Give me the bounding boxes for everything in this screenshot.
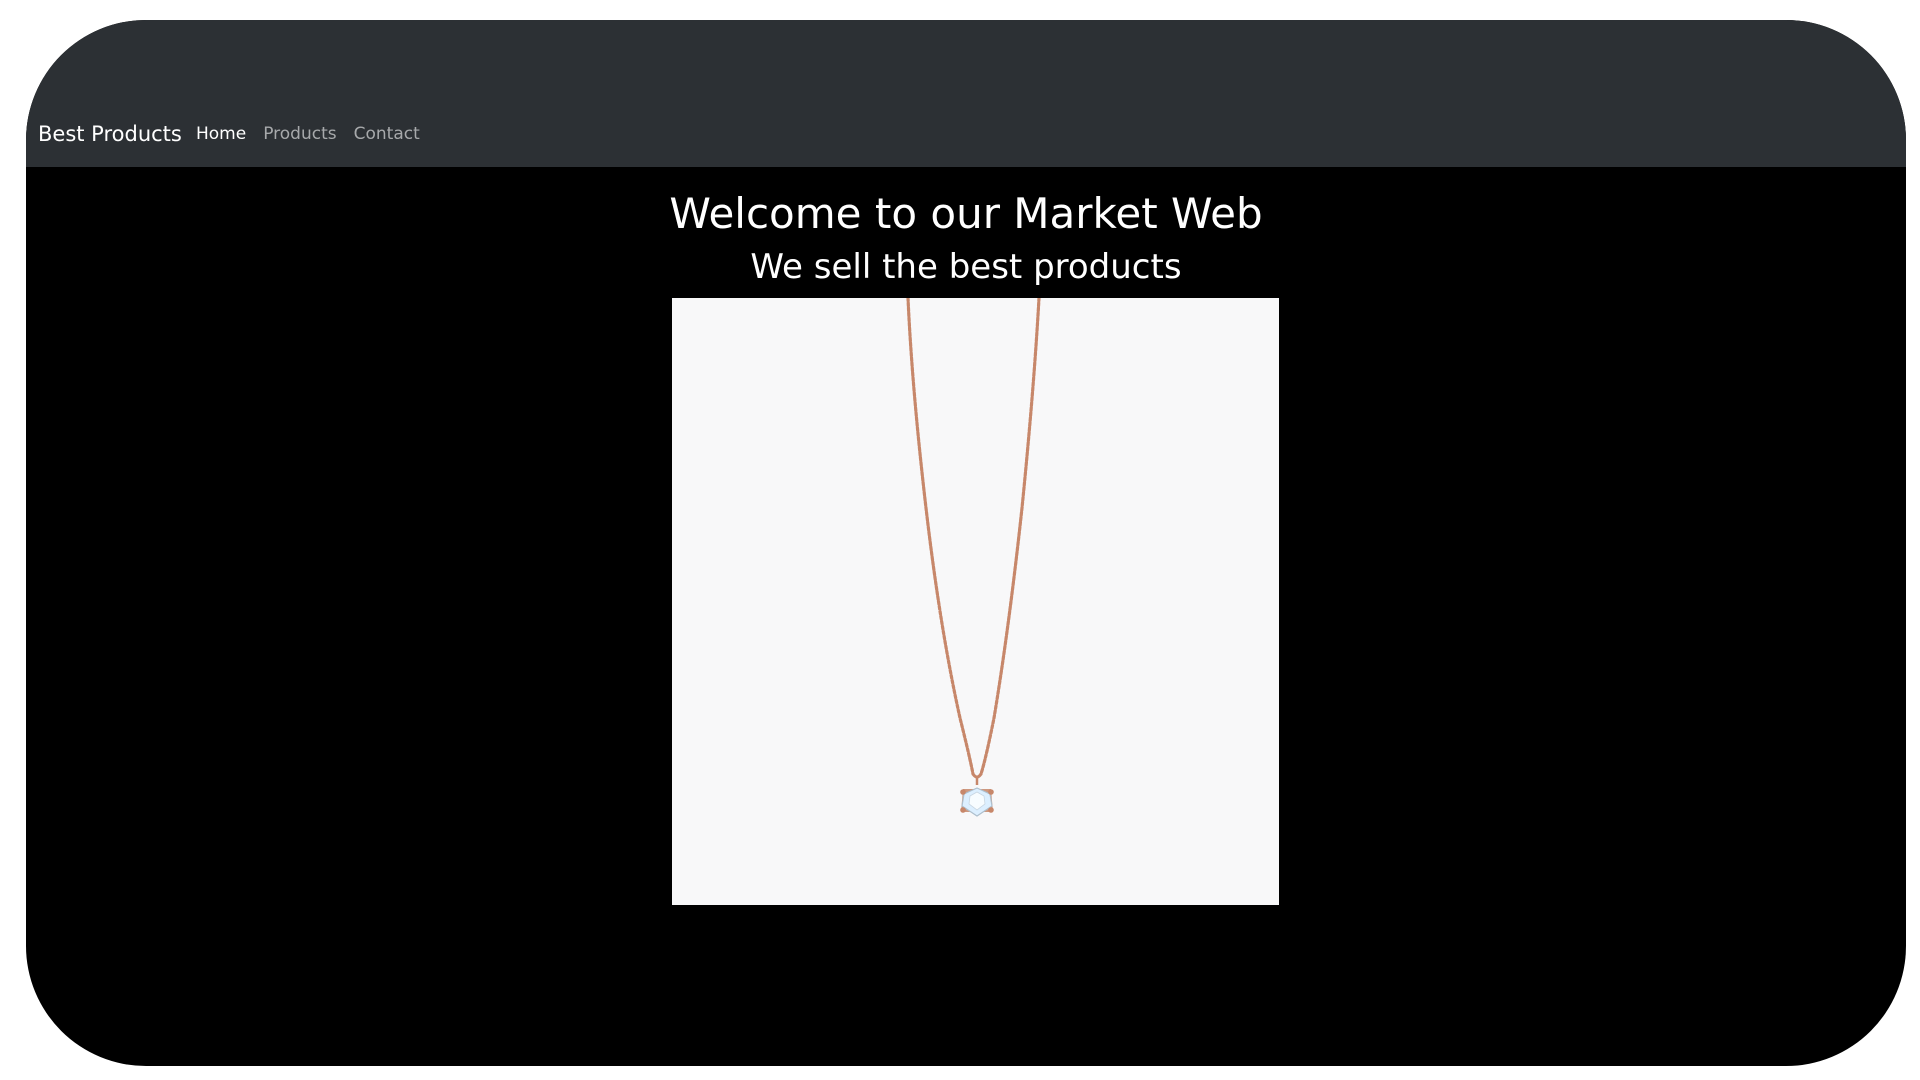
page-subtitle: We sell the best products	[750, 247, 1182, 287]
page-title: Welcome to our Market Web	[669, 189, 1263, 238]
necklace-pendant-image	[672, 298, 1279, 905]
navbar: Best Products Home Products Contact	[26, 20, 1906, 167]
nav-links: Home Products Contact	[196, 123, 437, 145]
browser-viewport: Best Products Home Products Contact Welc…	[26, 20, 1906, 1066]
nav-link-home[interactable]: Home	[196, 123, 246, 145]
nav-link-products[interactable]: Products	[263, 123, 336, 145]
nav-link-contact[interactable]: Contact	[354, 123, 420, 145]
brand-link[interactable]: Best Products	[38, 121, 182, 147]
hero-section: Welcome to our Market Web We sell the be…	[26, 167, 1906, 288]
